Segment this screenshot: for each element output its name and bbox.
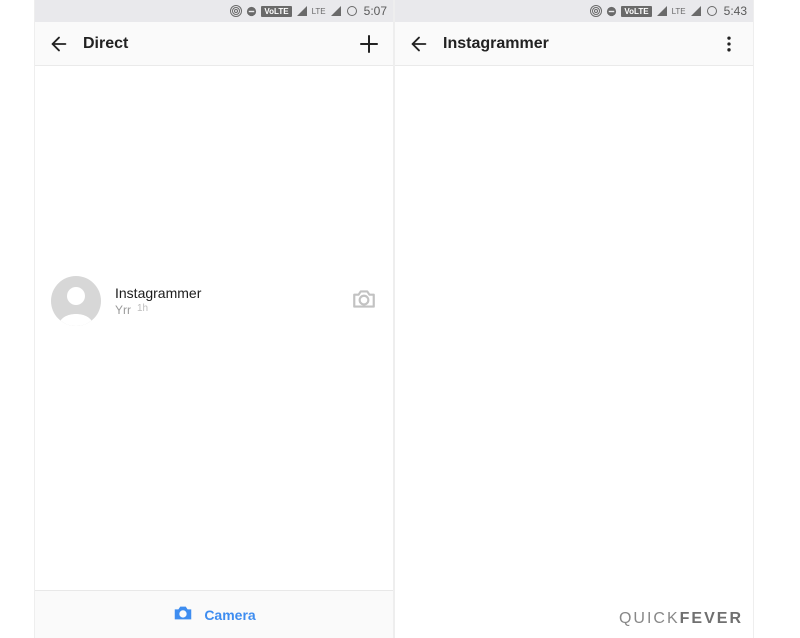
camera-label: Camera: [204, 607, 255, 623]
signal-label: LTE: [312, 7, 326, 16]
avatar: [51, 276, 101, 326]
signal-icon-2: [690, 5, 702, 17]
header: Direct: [35, 22, 393, 66]
status-clock: 5:43: [724, 4, 747, 18]
signal-icon-1: [656, 5, 668, 17]
camera-icon: [172, 602, 194, 627]
camera-icon[interactable]: [351, 286, 377, 317]
camera-bar[interactable]: Camera: [35, 590, 393, 638]
phone-right: VoLTE LTE 5:43 Instagrammer: [394, 0, 754, 638]
dnd-icon: [246, 6, 257, 17]
new-message-button[interactable]: [355, 30, 383, 58]
status-bar: VoLTE LTE 5:07: [35, 0, 393, 22]
signal-icon-2: [330, 5, 342, 17]
volte-badge: VoLTE: [621, 6, 651, 17]
conversation-name: Instagrammer: [115, 285, 351, 301]
conversation-list: Instagrammer Yrr 1h: [35, 66, 393, 590]
dnd-icon: [606, 6, 617, 17]
page-title: Instagrammer: [443, 35, 549, 53]
header: Instagrammer: [395, 22, 753, 66]
watermark-bold: FEVER: [680, 610, 743, 627]
more-options-button[interactable]: [715, 30, 743, 58]
signal-icon-1: [296, 5, 308, 17]
back-button[interactable]: [45, 30, 73, 58]
back-button[interactable]: [405, 30, 433, 58]
conversation-preview: Yrr: [115, 303, 131, 317]
conversation-text: Instagrammer Yrr 1h: [115, 285, 351, 317]
status-bar: VoLTE LTE 5:43: [395, 0, 753, 22]
signal-label: LTE: [672, 7, 686, 16]
conversation-row[interactable]: Instagrammer Yrr 1h: [35, 276, 393, 326]
watermark-thin: QUICK: [619, 610, 680, 627]
battery-icon: [346, 5, 358, 17]
battery-icon: [706, 5, 718, 17]
hotspot-icon: [230, 5, 242, 17]
hotspot-icon: [590, 5, 602, 17]
page-title: Direct: [83, 35, 128, 53]
conversation-time: 1h: [137, 303, 148, 317]
status-clock: 5:07: [364, 4, 387, 18]
phone-left: VoLTE LTE 5:07 Direct: [34, 0, 394, 638]
chat-content: QUICKFEVER: [395, 66, 753, 638]
volte-badge: VoLTE: [261, 6, 291, 17]
watermark: QUICKFEVER: [619, 610, 743, 628]
